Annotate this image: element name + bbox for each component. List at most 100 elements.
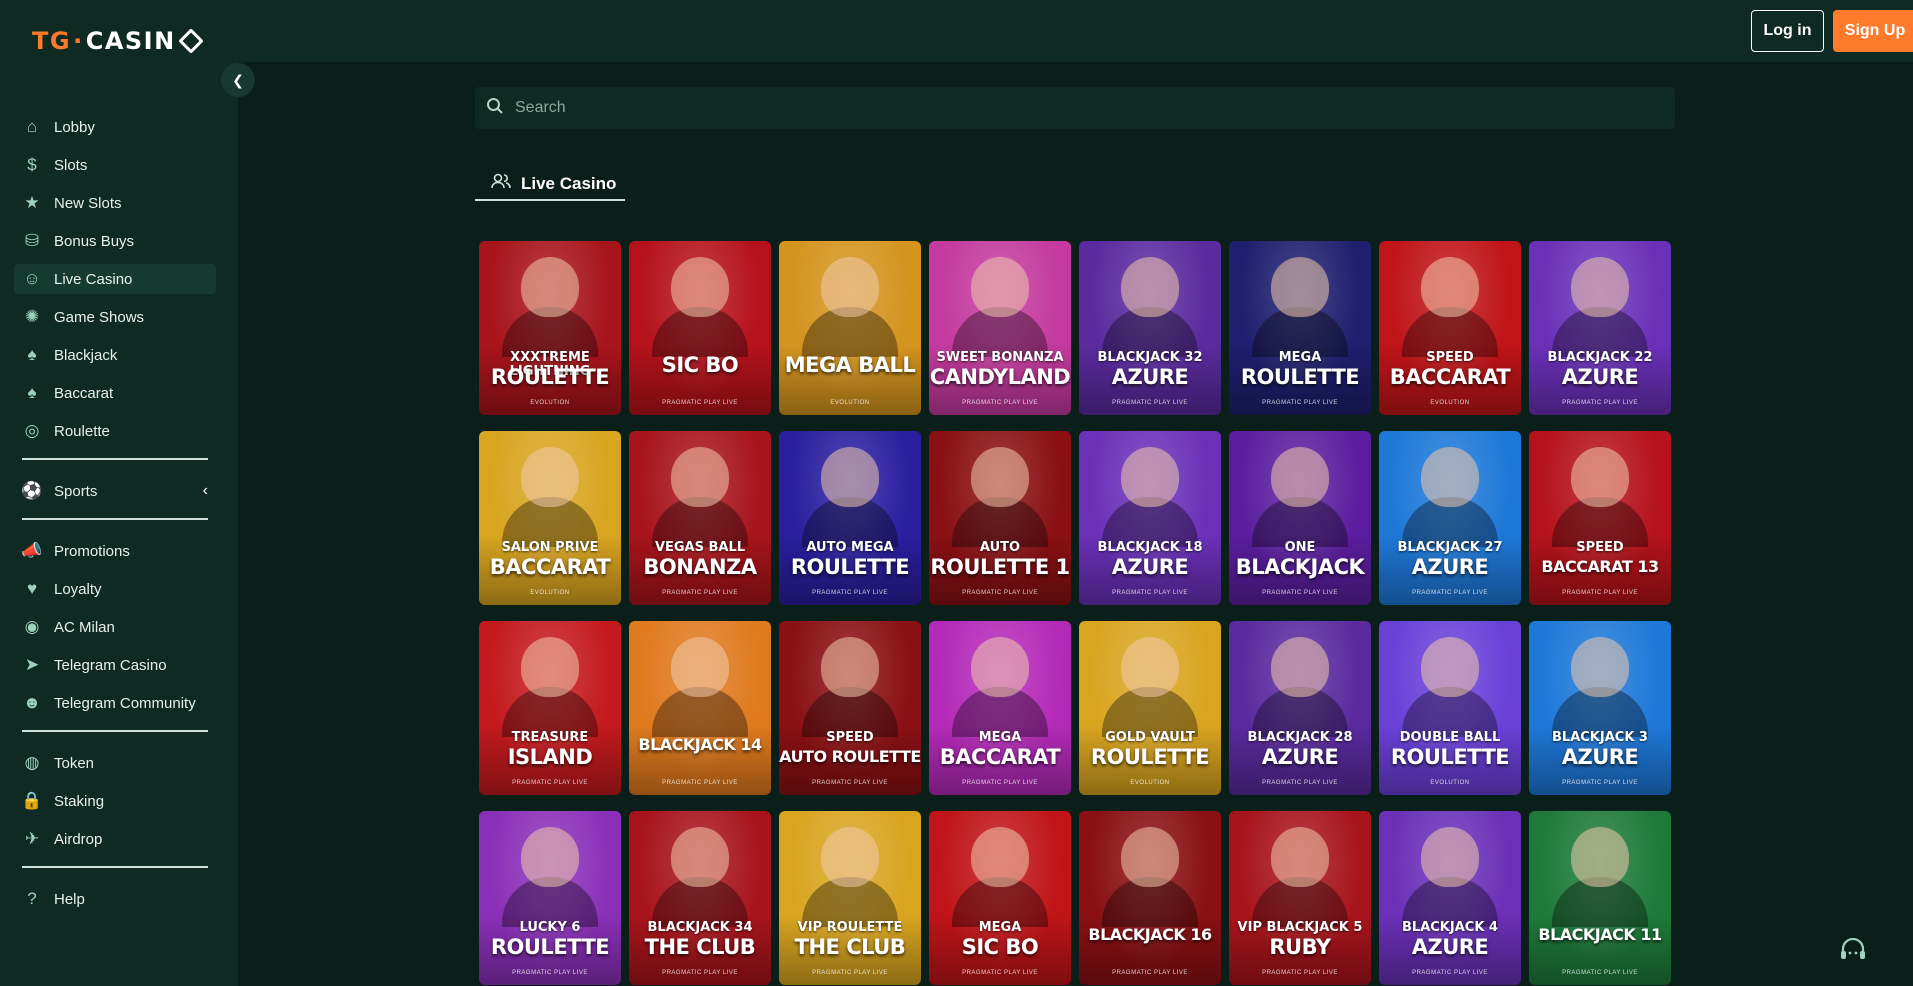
game-card[interactable]: Sweet Bonanza Candyland Pragmatic Play Liv… <box>929 241 1071 415</box>
sidebar-item-live-casino[interactable]: ☺ Live Casino <box>14 264 216 294</box>
game-card[interactable]: Blackjack 28 Azure Pragmatic Play Live <box>1229 621 1371 795</box>
game-card[interactable]: XXXtreme Lightning Roulette Evolution <box>479 241 621 415</box>
game-card[interactable]: Blackjack 3 Azure Pragmatic Play Live <box>1529 621 1671 795</box>
search-input[interactable] <box>515 99 1615 117</box>
game-card[interactable]: Mega Ball Evolution <box>779 241 921 415</box>
game-title-main: Azure <box>1561 745 1639 769</box>
chevron-left-icon[interactable]: ‹ <box>203 482 208 500</box>
logo-name: CASIN <box>85 27 176 55</box>
game-card[interactable]: VIP Roulette The Club Pragmatic Play Live <box>779 811 921 985</box>
game-card[interactable]: Blackjack 11 Pragmatic Play Live <box>1529 811 1671 985</box>
game-card[interactable]: Speed Baccarat Evolution <box>1379 241 1521 415</box>
game-provider: Pragmatic Play Live <box>962 400 1038 406</box>
sidebar-item-roulette[interactable]: ◎ Roulette <box>14 416 216 446</box>
game-title-top: Double Ball <box>1399 730 1501 745</box>
game-title-top: Gold Vault <box>1105 730 1195 745</box>
game-card[interactable]: Blackjack 32 Azure Pragmatic Play Live <box>1079 241 1221 415</box>
game-title-main: Roulette <box>490 935 610 959</box>
game-title-main: Baccarat <box>489 555 611 579</box>
game-card[interactable]: Sic Bo Pragmatic Play Live <box>629 241 771 415</box>
game-title-main: Auto Roulette <box>779 747 921 766</box>
sidebar-item-label: AC Milan <box>54 618 115 636</box>
sidebar-item-airdrop[interactable]: ✈ Airdrop <box>14 824 216 854</box>
game-card[interactable]: One Blackjack Pragmatic Play Live <box>1229 431 1371 605</box>
users-icon <box>491 173 511 194</box>
game-card[interactable]: Blackjack 22 Azure Pragmatic Play Live <box>1529 241 1671 415</box>
dealer-image <box>1121 447 1179 507</box>
login-button[interactable]: Log in <box>1751 10 1824 52</box>
dealer-image <box>1271 827 1329 887</box>
game-title-top: Treasure <box>511 730 589 745</box>
game-title-main: Mega Ball <box>784 353 916 377</box>
spade-icon: ♠ <box>27 383 37 402</box>
tab-live-casino[interactable]: Live Casino <box>475 168 625 201</box>
dealer-image <box>821 827 879 887</box>
sidebar-item-promotions[interactable]: 📣 Promotions <box>14 536 216 566</box>
game-card[interactable]: Speed Auto Roulette Pragmatic Play Live <box>779 621 921 795</box>
game-title-top: Blackjack 34 <box>647 920 753 935</box>
tab-label: Live Casino <box>521 173 617 193</box>
game-card[interactable]: Gold Vault Roulette Evolution <box>1079 621 1221 795</box>
game-card[interactable]: Auto Roulette 1 Pragmatic Play Live <box>929 431 1071 605</box>
sidebar-item-blackjack[interactable]: ♠ Blackjack <box>14 340 216 370</box>
game-title-top: Blackjack 18 <box>1097 540 1203 555</box>
game-card[interactable]: Salon Prive Baccarat Evolution <box>479 431 621 605</box>
dealer-image <box>821 637 879 697</box>
game-title-main: Azure <box>1561 365 1639 389</box>
game-provider: Pragmatic Play Live <box>1412 970 1488 976</box>
game-title-main: Baccarat <box>939 745 1061 769</box>
sidebar-item-slots[interactable]: $ Slots <box>14 150 216 180</box>
sidebar-item-staking[interactable]: 🔒 Staking <box>14 786 216 816</box>
sidebar-item-ac-milan[interactable]: ◉ AC Milan <box>14 612 216 642</box>
game-card[interactable]: Mega Sic Bo Pragmatic Play Live <box>929 811 1071 985</box>
game-card[interactable]: Speed Baccarat 13 Pragmatic Play Live <box>1529 431 1671 605</box>
game-card[interactable]: Mega Roulette Pragmatic Play Live <box>1229 241 1371 415</box>
game-provider: Pragmatic Play Live <box>962 590 1038 596</box>
game-card[interactable]: Blackjack 34 The Club Pragmatic Play Live <box>629 811 771 985</box>
game-card[interactable]: Blackjack 16 Pragmatic Play Live <box>1079 811 1221 985</box>
game-card[interactable]: Lucky 6 Roulette Pragmatic Play Live <box>479 811 621 985</box>
megaphone-icon: 📣 <box>21 541 43 560</box>
sidebar-item-telegram-casino[interactable]: ➤ Telegram Casino <box>14 650 216 680</box>
sidebar-item-token[interactable]: ◍ Token <box>14 748 216 778</box>
sidebar-item-label: Bonus Buys <box>54 232 135 250</box>
game-provider: Pragmatic Play Live <box>1262 780 1338 786</box>
dealer-image <box>1271 637 1329 697</box>
sidebar-item-telegram-community[interactable]: ☻ Telegram Community <box>14 688 216 718</box>
game-card[interactable]: VIP Blackjack 5 Ruby Pragmatic Play Live <box>1229 811 1371 985</box>
help-icon: ? <box>27 889 37 908</box>
game-card[interactable]: Double Ball Roulette Evolution <box>1379 621 1521 795</box>
game-card[interactable]: Blackjack 27 Azure Pragmatic Play Live <box>1379 431 1521 605</box>
game-card[interactable]: Blackjack 4 Azure Pragmatic Play Live <box>1379 811 1521 985</box>
game-card[interactable]: Mega Baccarat Pragmatic Play Live <box>929 621 1071 795</box>
support-button[interactable] <box>1835 932 1871 968</box>
signup-button[interactable]: Sign Up <box>1833 10 1913 52</box>
sidebar-item-loyalty[interactable]: ♥ Loyalty <box>14 574 216 604</box>
top-bar: Log in Sign Up <box>238 0 1913 62</box>
game-title-main: Blackjack 14 <box>638 735 762 754</box>
game-card[interactable]: Auto Mega Roulette Pragmatic Play Live <box>779 431 921 605</box>
brand-logo[interactable]: TG · CASIN <box>32 27 204 55</box>
game-title-main: Azure <box>1411 935 1489 959</box>
game-provider: Pragmatic Play Live <box>1562 590 1638 596</box>
dealer-image <box>971 447 1029 507</box>
game-card[interactable]: Blackjack 14 Pragmatic Play Live <box>629 621 771 795</box>
sidebar-item-new-slots[interactable]: ★ New Slots <box>14 188 216 218</box>
game-title-main: Azure <box>1111 365 1189 389</box>
sidebar-item-sports[interactable]: ⚽ Sports ‹ <box>14 476 216 506</box>
sidebar-item-bonus-buys[interactable]: ⛁ Bonus Buys <box>14 226 216 256</box>
sidebar-collapse-button[interactable]: ❮ <box>221 63 255 97</box>
game-title-top: Vegas Ball <box>654 540 746 555</box>
sidebar-item-game-shows[interactable]: ✺ Game Shows <box>14 302 216 332</box>
sidebar-item-help[interactable]: ? Help <box>14 884 216 914</box>
sidebar-item-baccarat[interactable]: ♠ Baccarat <box>14 378 216 408</box>
game-card[interactable]: Vegas Ball Bonanza Pragmatic Play Live <box>629 431 771 605</box>
sidebar-item-label: Loyalty <box>54 580 102 598</box>
dealer-image <box>1571 827 1629 887</box>
sidebar-item-lobby[interactable]: ⌂ Lobby <box>14 112 216 142</box>
game-card[interactable]: Blackjack 18 Azure Pragmatic Play Live <box>1079 431 1221 605</box>
game-title-top: Auto <box>979 540 1021 555</box>
dealer-image <box>521 257 579 317</box>
game-card[interactable]: Treasure Island Pragmatic Play Live <box>479 621 621 795</box>
game-provider: Pragmatic Play Live <box>1412 590 1488 596</box>
